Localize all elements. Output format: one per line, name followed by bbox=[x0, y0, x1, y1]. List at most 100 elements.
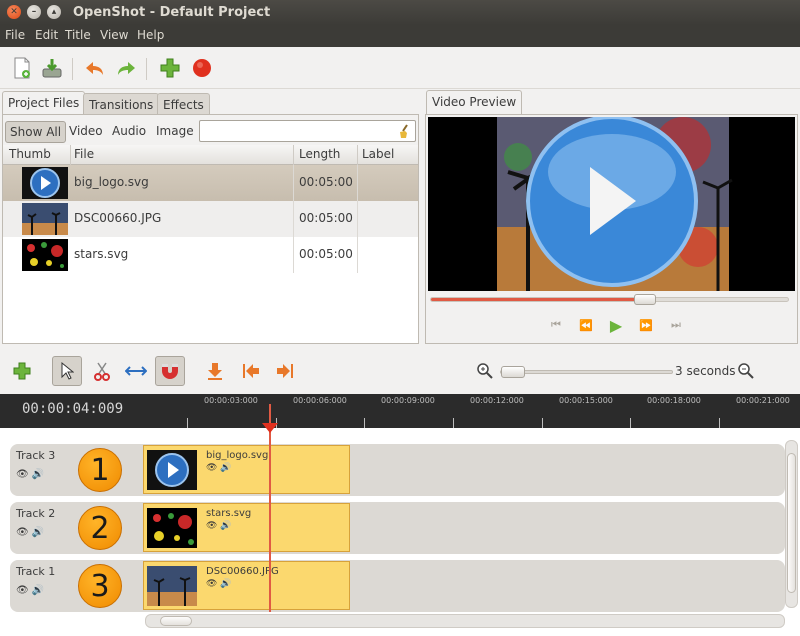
column-label[interactable]: Label bbox=[362, 147, 394, 161]
undo-icon[interactable] bbox=[83, 56, 107, 80]
new-project-icon[interactable] bbox=[10, 56, 34, 80]
menu-bar: File Edit Title View Help bbox=[0, 25, 800, 47]
file-length: 00:05:00 bbox=[299, 211, 353, 225]
play-icon[interactable]: ▶ bbox=[606, 315, 626, 335]
timeline-clip[interactable]: DSC00660.JPG 👁 🔊 bbox=[143, 561, 350, 610]
timeline-clip[interactable]: stars.svg 👁 🔊 bbox=[143, 503, 350, 552]
main-toolbar bbox=[0, 47, 800, 89]
table-row[interactable]: big_logo.svg 00:05:00 bbox=[3, 165, 418, 201]
column-thumb[interactable]: Thumb bbox=[9, 147, 51, 161]
ruler-tick-label: 00:00:12:000 bbox=[470, 396, 524, 405]
ruler-tick-label: 00:00:09:000 bbox=[381, 396, 435, 405]
tab-transitions[interactable]: Transitions bbox=[83, 93, 160, 115]
track-3[interactable]: Track 3 👁 🔊 1 big_logo.svg 👁 🔊 bbox=[10, 444, 785, 496]
filter-audio-button[interactable]: Audio bbox=[108, 121, 150, 143]
ruler-tick-label: 00:00:18:000 bbox=[647, 396, 701, 405]
close-window-button[interactable]: ✕ bbox=[7, 5, 21, 19]
track-number-badge: 2 bbox=[78, 506, 122, 550]
menu-edit[interactable]: Edit bbox=[35, 28, 58, 42]
clip-name: big_logo.svg bbox=[206, 450, 269, 461]
window-title: OpenShot - Default Project bbox=[73, 5, 271, 20]
seek-handle[interactable] bbox=[634, 294, 657, 305]
timeline-horizontal-scrollbar[interactable] bbox=[145, 614, 785, 628]
ruler-tick-label: 00:00:15:000 bbox=[559, 396, 613, 405]
timeline-toolbar: 3 seconds bbox=[0, 348, 800, 394]
preview-image bbox=[428, 117, 795, 291]
filter-bar: Show All Video Audio Image bbox=[3, 115, 418, 145]
jump-end-icon[interactable]: ⏭ bbox=[666, 315, 686, 335]
vertical-scroll-thumb[interactable] bbox=[787, 453, 796, 593]
tab-project-files[interactable]: Project Files bbox=[2, 91, 86, 115]
zoom-in-icon[interactable] bbox=[470, 356, 500, 386]
visibility-eye-icon[interactable]: 👁 bbox=[16, 527, 29, 538]
files-table: Thumb File Length Label big_logo.svg 00:… bbox=[3, 145, 418, 343]
filter-image-button[interactable]: Image bbox=[152, 121, 198, 143]
next-marker-icon[interactable] bbox=[270, 356, 300, 386]
select-tool-icon[interactable] bbox=[52, 356, 82, 386]
track-1[interactable]: Track 1 👁 🔊 3 DSC00660.JPG 👁 🔊 bbox=[10, 560, 785, 612]
add-marker-icon[interactable] bbox=[200, 356, 230, 386]
menu-file[interactable]: File bbox=[5, 28, 25, 42]
jump-start-icon[interactable]: ⏮ bbox=[546, 315, 566, 335]
filter-show-all-button[interactable]: Show All bbox=[5, 121, 67, 143]
playhead-line[interactable] bbox=[269, 404, 271, 612]
filter-video-button[interactable]: Video bbox=[65, 121, 107, 143]
visibility-eye-icon[interactable]: 👁 bbox=[206, 463, 217, 473]
zoom-out-icon[interactable] bbox=[731, 356, 761, 386]
visibility-eye-icon[interactable]: 👁 bbox=[206, 521, 217, 531]
audio-speaker-icon[interactable]: 🔊 bbox=[220, 463, 231, 473]
add-files-icon[interactable] bbox=[158, 56, 182, 80]
fast-forward-icon[interactable]: ⏩ bbox=[636, 315, 656, 335]
title-bar: ✕ – ▴ OpenShot - Default Project bbox=[0, 0, 800, 25]
record-icon[interactable] bbox=[190, 56, 214, 80]
razor-icon[interactable] bbox=[87, 356, 117, 386]
menu-title[interactable]: Title bbox=[65, 28, 91, 42]
file-length: 00:05:00 bbox=[299, 247, 353, 261]
timeline-vertical-scrollbar[interactable] bbox=[785, 440, 798, 608]
zoom-slider-handle[interactable] bbox=[501, 366, 525, 378]
column-length[interactable]: Length bbox=[299, 147, 340, 161]
audio-speaker-icon[interactable]: 🔊 bbox=[32, 469, 44, 480]
rewind-icon[interactable]: ⏪ bbox=[576, 315, 596, 335]
column-file[interactable]: File bbox=[74, 147, 94, 161]
preview-seek-bar[interactable] bbox=[430, 294, 789, 305]
clear-search-icon[interactable] bbox=[397, 124, 411, 138]
maximize-window-button[interactable]: ▴ bbox=[47, 5, 61, 19]
track-name: Track 3 bbox=[16, 449, 56, 462]
visibility-eye-icon[interactable]: 👁 bbox=[16, 469, 29, 480]
menu-help[interactable]: Help bbox=[137, 28, 164, 42]
table-row[interactable]: DSC00660.JPG 00:05:00 bbox=[3, 201, 418, 237]
snapping-magnet-icon[interactable] bbox=[155, 356, 185, 386]
visibility-eye-icon[interactable]: 👁 bbox=[206, 579, 217, 589]
table-row[interactable]: stars.svg 00:05:00 bbox=[3, 237, 418, 273]
timeline-clip[interactable]: big_logo.svg 👁 🔊 bbox=[143, 445, 350, 494]
visibility-eye-icon[interactable]: 👁 bbox=[16, 585, 29, 596]
file-length: 00:05:00 bbox=[299, 175, 353, 189]
zoom-slider[interactable] bbox=[500, 366, 673, 378]
project-files-panel: Show All Video Audio Image Thumb File Le… bbox=[2, 114, 419, 344]
redo-icon[interactable] bbox=[114, 56, 138, 80]
audio-speaker-icon[interactable]: 🔊 bbox=[32, 527, 44, 538]
playhead-marker[interactable] bbox=[262, 423, 278, 433]
video-frame bbox=[428, 117, 795, 291]
previous-marker-icon[interactable] bbox=[236, 356, 266, 386]
audio-speaker-icon[interactable]: 🔊 bbox=[220, 521, 231, 531]
audio-speaker-icon[interactable]: 🔊 bbox=[220, 579, 231, 589]
track-name: Track 2 bbox=[16, 507, 56, 520]
add-track-icon[interactable] bbox=[7, 356, 37, 386]
resize-icon[interactable] bbox=[121, 356, 151, 386]
clip-name: DSC00660.JPG bbox=[206, 566, 279, 577]
audio-speaker-icon[interactable]: 🔊 bbox=[32, 585, 44, 596]
track-2[interactable]: Track 2 👁 🔊 2 stars.svg 👁 🔊 bbox=[10, 502, 785, 554]
video-preview-panel: ⏮ ⏪ ▶ ⏩ ⏭ bbox=[425, 114, 798, 344]
minimize-window-button[interactable]: – bbox=[27, 5, 41, 19]
tab-effects[interactable]: Effects bbox=[157, 93, 210, 115]
save-project-icon[interactable] bbox=[40, 56, 64, 80]
menu-view[interactable]: View bbox=[100, 28, 128, 42]
zoom-level-label: 3 seconds bbox=[675, 364, 736, 378]
timeline-ruler[interactable]: 00:00:04:009 00:00:03:000 00:00:06:000 0… bbox=[0, 394, 800, 428]
tab-video-preview[interactable]: Video Preview bbox=[426, 90, 523, 115]
clip-thumbnail bbox=[147, 450, 197, 490]
horizontal-scroll-thumb[interactable] bbox=[160, 616, 192, 626]
search-input[interactable] bbox=[199, 120, 416, 142]
